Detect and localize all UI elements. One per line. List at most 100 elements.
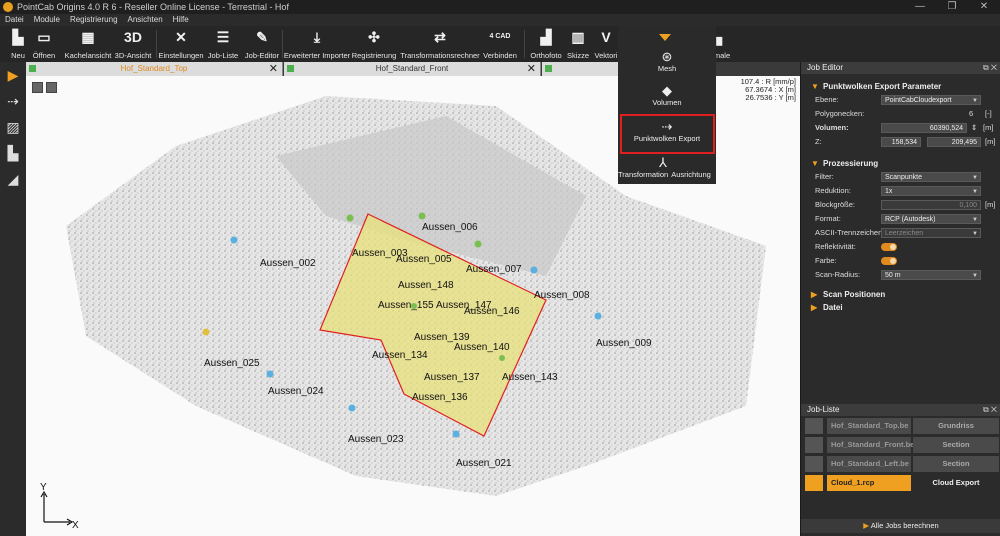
z-row: Z: 158,534 209,495 [m] <box>815 137 996 147</box>
section-export-parameters[interactable]: ▼ Punktwolken Export Parameter <box>801 80 1000 93</box>
toolbar-divider <box>156 30 157 58</box>
marker-label: Aussen_009 <box>596 338 652 349</box>
menu-registrierung[interactable]: Registrierung <box>65 14 123 26</box>
registration-icon: ✣ <box>368 29 380 45</box>
block-row: Blockgröße: 0,100 [m] <box>815 200 996 210</box>
tab-third[interactable] <box>542 62 619 76</box>
ascii-select[interactable]: Leerzeichen ▼ <box>881 228 981 238</box>
panel-controls[interactable]: ⧉ ✕ <box>983 62 997 74</box>
marker-label: Aussen_146 <box>464 306 520 317</box>
reduktion-select[interactable]: 1x ▼ <box>881 186 981 196</box>
chevron-down-icon: ▼ <box>811 159 819 168</box>
menu-hilfe[interactable]: Hilfe <box>168 14 194 26</box>
view-back-button[interactable] <box>32 82 43 93</box>
menu-item-volumen[interactable]: ◆ Volumen <box>618 84 716 108</box>
measure-tool-icon[interactable]: ◢ <box>0 166 26 192</box>
menu-item-transformation[interactable]: ⅄ Transformation <box>618 156 668 180</box>
menu-item-mesh[interactable]: ⊛ Mesh <box>618 50 716 74</box>
job-row-selected[interactable]: Cloud_1.rcp Cloud Export <box>801 474 1000 492</box>
tab-hof-standard-front[interactable]: Hof_Standard_Front ✕ <box>284 62 541 76</box>
transform-calculator-button[interactable]: ⇄ Transformationsrechner <box>400 28 479 60</box>
toolbar-divider <box>282 30 283 58</box>
orthophoto-button[interactable]: ▟ Orthofoto <box>530 28 562 60</box>
maximize-button[interactable]: ❐ <box>936 0 968 14</box>
sketch-button[interactable]: ▥ Skizze <box>566 28 590 60</box>
job-row[interactable]: Hof_Standard_Left.be Section <box>801 455 1000 473</box>
folder-icon: ▭ <box>37 29 51 45</box>
format-row: Format: RCP (Autodesk) ▼ <box>801 212 1000 226</box>
left-tool-panel: ▶ ⇢ ▨ ▙ ◢ <box>0 62 26 536</box>
close-window-button[interactable]: ✕ <box>968 0 1000 14</box>
3d-view-button[interactable]: 3D 3D-Ansicht <box>114 28 152 60</box>
block-field[interactable]: 0,100 <box>881 200 981 210</box>
section-prozessierung[interactable]: ▼ Prozessierung <box>801 157 1000 170</box>
ebene-select[interactable]: PointCabCloudexport ▼ <box>881 95 981 105</box>
sketch-icon: ▥ <box>571 29 585 45</box>
play-icon <box>805 475 823 491</box>
minimize-button[interactable]: — <box>904 0 936 14</box>
panel-controls[interactable]: ⧉ ✕ <box>983 404 997 416</box>
section-scan-positionen[interactable]: ▶ Scan Positionen <box>801 288 1000 301</box>
connect-button[interactable]: 4 CAD Verbinden <box>482 28 518 60</box>
volumen-field[interactable]: 60390,524 <box>881 123 967 133</box>
menu-module[interactable]: Module <box>29 14 65 26</box>
run-all-jobs-button[interactable]: ▶ Alle Jobs berechnen <box>801 519 1000 533</box>
volumen-spinner[interactable]: ⇕ <box>971 121 977 135</box>
window-title: PointCab Origins 4.0 R 6 - Reseller Onli… <box>17 2 289 12</box>
vectorize-button[interactable]: V Vektori <box>594 28 618 60</box>
close-tab-icon[interactable]: ✕ <box>269 62 278 76</box>
partial-icon: ▖ <box>716 29 728 45</box>
ascii-row: ASCII-Trennzeichen: Leerzeichen ▼ <box>801 226 1000 240</box>
chevron-down-icon <box>659 34 671 41</box>
job-row[interactable]: Hof_Standard_Front.be Section <box>801 436 1000 454</box>
chevron-down-icon: ▼ <box>972 189 978 195</box>
job-editor-button[interactable]: ✎ Job-Editor <box>244 28 280 60</box>
job-list-button[interactable]: ☰ Job-Liste <box>206 28 240 60</box>
filter-select[interactable]: Scanpunkte ▼ <box>881 172 981 182</box>
select-tool-icon[interactable]: ▶ <box>0 62 26 88</box>
polygon-row: Polygonecken: 6 [-] <box>815 109 992 118</box>
view-forward-button[interactable] <box>46 82 57 93</box>
job-list-icon: ☰ <box>216 29 230 45</box>
axis-y-label: Y <box>40 482 47 493</box>
reflektivitaet-toggle[interactable] <box>881 243 897 251</box>
job-icon <box>805 418 823 434</box>
chevron-down-icon: ▼ <box>811 82 819 91</box>
orthophoto-icon: ▟ <box>540 29 552 45</box>
image-tool-icon[interactable]: ▨ <box>0 114 26 140</box>
import-icon: ⤓ <box>313 29 321 45</box>
farbe-row: Farbe: <box>801 254 1000 268</box>
pointcloud-tool-icon[interactable]: ⇢ <box>0 88 26 114</box>
section-datei[interactable]: ▶ Datei <box>801 301 1000 314</box>
4cad-icon: 4 CAD <box>489 33 511 40</box>
layers-tool-icon[interactable]: ▙ <box>0 140 26 166</box>
settings-icon: ✕ <box>175 29 187 45</box>
tab-hof-standard-top[interactable]: Hof_Standard_Top ✕ <box>26 62 283 76</box>
registration-button[interactable]: ✣ Registrierung <box>352 28 397 60</box>
z-min-field[interactable]: 158,534 <box>881 137 921 147</box>
app-logo-icon <box>3 2 13 12</box>
settings-button[interactable]: ✕ Einstellungen <box>158 28 203 60</box>
job-list-header: Job-Liste ⧉ ✕ <box>801 404 1000 416</box>
format-select[interactable]: RCP (Autodesk) ▼ <box>881 214 981 224</box>
job-icon <box>805 437 823 453</box>
menu-item-ausrichtung[interactable]: Ausrichtung <box>668 170 714 179</box>
menu-ansichten[interactable]: Ansichten <box>123 14 168 26</box>
job-row[interactable]: Hof_Standard_Top.be Grundriss <box>801 417 1000 435</box>
new-icon: ▙ <box>12 29 24 45</box>
menu-datei[interactable]: Datei <box>0 14 29 26</box>
advanced-importer-button[interactable]: ⤓ Erweiterter Importer <box>284 28 350 60</box>
chevron-right-icon: ▶ <box>811 303 818 312</box>
z-max-field[interactable]: 209,495 <box>927 137 981 147</box>
marker-label: Aussen_140 <box>454 342 510 353</box>
new-button[interactable]: ▙ Neu <box>8 28 28 60</box>
open-button[interactable]: ▭ Öffnen <box>32 28 56 60</box>
marker-label: Aussen_134 <box>372 350 428 361</box>
tile-view-button[interactable]: ▦ Kachelansicht <box>65 28 112 60</box>
close-tab-icon[interactable]: ✕ <box>527 62 536 76</box>
chevron-down-icon: ▼ <box>972 273 978 279</box>
chevron-down-icon: ▼ <box>972 175 978 181</box>
marker-label: Aussen_155 <box>378 300 434 311</box>
farbe-toggle[interactable] <box>881 257 897 265</box>
scanradius-select[interactable]: 50 m ▼ <box>881 270 981 280</box>
